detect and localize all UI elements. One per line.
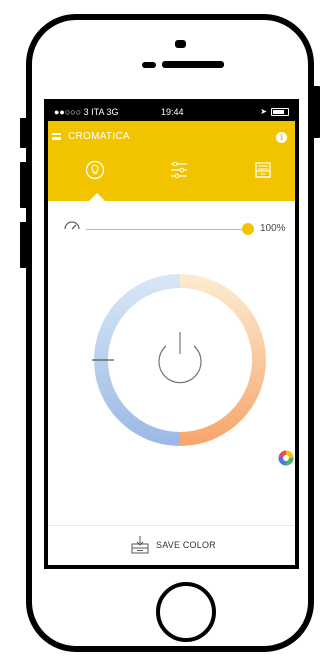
brightness-value: 100% bbox=[260, 223, 286, 234]
brightness-gauge-icon bbox=[64, 221, 80, 230]
app-screen: ●●○○○ 3 ITA 3G 19:44 ➤ CROMATICA i 100% … bbox=[44, 99, 299, 569]
tab-color[interactable] bbox=[80, 157, 110, 183]
app-header: CROMATICA i bbox=[48, 121, 295, 201]
location-arrow-icon: ➤ bbox=[260, 107, 267, 116]
inbox-icon bbox=[255, 162, 271, 178]
rgb-mode-icon[interactable] bbox=[278, 450, 294, 466]
earpiece-speaker bbox=[162, 61, 224, 68]
info-icon[interactable]: i bbox=[276, 132, 287, 143]
tab-scenes[interactable] bbox=[248, 157, 278, 183]
sliders-icon bbox=[171, 161, 187, 179]
clock: 19:44 bbox=[161, 107, 184, 117]
color-temperature-wheel[interactable] bbox=[92, 272, 268, 448]
brightness-control: 100% bbox=[48, 213, 295, 243]
save-tray-icon bbox=[131, 536, 149, 554]
sensor bbox=[142, 62, 156, 68]
battery-icon bbox=[271, 108, 289, 116]
save-color-label: SAVE COLOR bbox=[156, 540, 216, 550]
front-camera bbox=[175, 40, 186, 48]
power-toggle[interactable] bbox=[158, 332, 202, 384]
footer-divider bbox=[48, 525, 295, 526]
bulb-icon bbox=[85, 160, 105, 180]
tab-settings[interactable] bbox=[164, 157, 194, 183]
save-color-button[interactable]: SAVE COLOR bbox=[130, 531, 216, 559]
active-tab-indicator bbox=[89, 193, 105, 201]
app-title: CROMATICA bbox=[68, 131, 130, 142]
brightness-slider-track[interactable] bbox=[86, 229, 248, 230]
status-bar: ●●○○○ 3 ITA 3G 19:44 ➤ bbox=[48, 103, 295, 121]
brightness-slider-knob[interactable] bbox=[242, 223, 254, 235]
hamburger-menu-icon[interactable] bbox=[52, 133, 61, 140]
home-button[interactable] bbox=[156, 582, 216, 642]
carrier-label: ●●○○○ 3 ITA 3G bbox=[54, 107, 119, 117]
